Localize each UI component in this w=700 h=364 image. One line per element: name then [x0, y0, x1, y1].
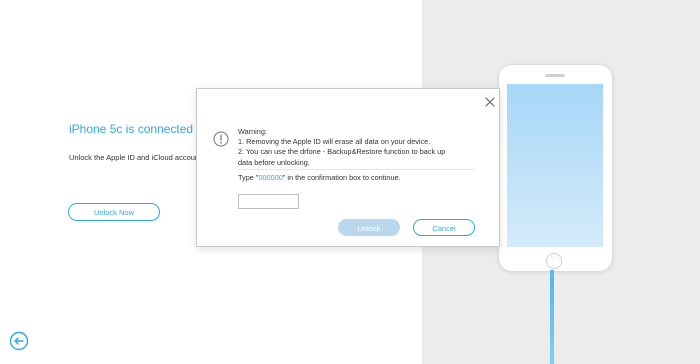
usb-connector [550, 270, 554, 284]
confirmation-input[interactable] [238, 194, 299, 209]
confirmation-code: 000000 [258, 173, 283, 182]
warning-icon [213, 131, 229, 147]
unlock-button[interactable]: Unlock [338, 219, 400, 236]
phone-screen [507, 84, 603, 247]
confirm-prefix: Type " [238, 173, 259, 182]
dialog-divider [238, 169, 474, 170]
close-button[interactable] [484, 95, 496, 107]
usb-cable [550, 270, 554, 364]
cancel-button[interactable]: Cancel [413, 219, 475, 236]
phone-home-button [546, 253, 562, 269]
confirmation-instruction: Type "000000" in the confirmation box to… [238, 173, 401, 182]
device-status-title: iPhone 5c is connected [69, 122, 194, 136]
warning-line-3: data before unlocking. [238, 157, 310, 167]
close-icon [485, 97, 495, 107]
warning-title: Warning: [238, 127, 267, 136]
confirm-suffix: " in the confirmation box to continue. [282, 173, 401, 182]
unlock-now-button[interactable]: Unlock Now [68, 203, 160, 221]
warning-message: Warning: 1. Removing the Apple ID will e… [238, 127, 486, 168]
usb-cord [550, 284, 554, 364]
phone-illustration [498, 64, 613, 272]
warning-line-1: 1. Removing the Apple ID will erase all … [238, 137, 431, 147]
back-arrow-icon [9, 331, 29, 351]
phone-speaker [545, 74, 565, 77]
device-description: Unlock the Apple ID and iCloud account [69, 153, 202, 162]
back-button[interactable] [9, 331, 29, 351]
warning-line-2: 2. You can use the drfone - Backup&Resto… [238, 147, 446, 157]
